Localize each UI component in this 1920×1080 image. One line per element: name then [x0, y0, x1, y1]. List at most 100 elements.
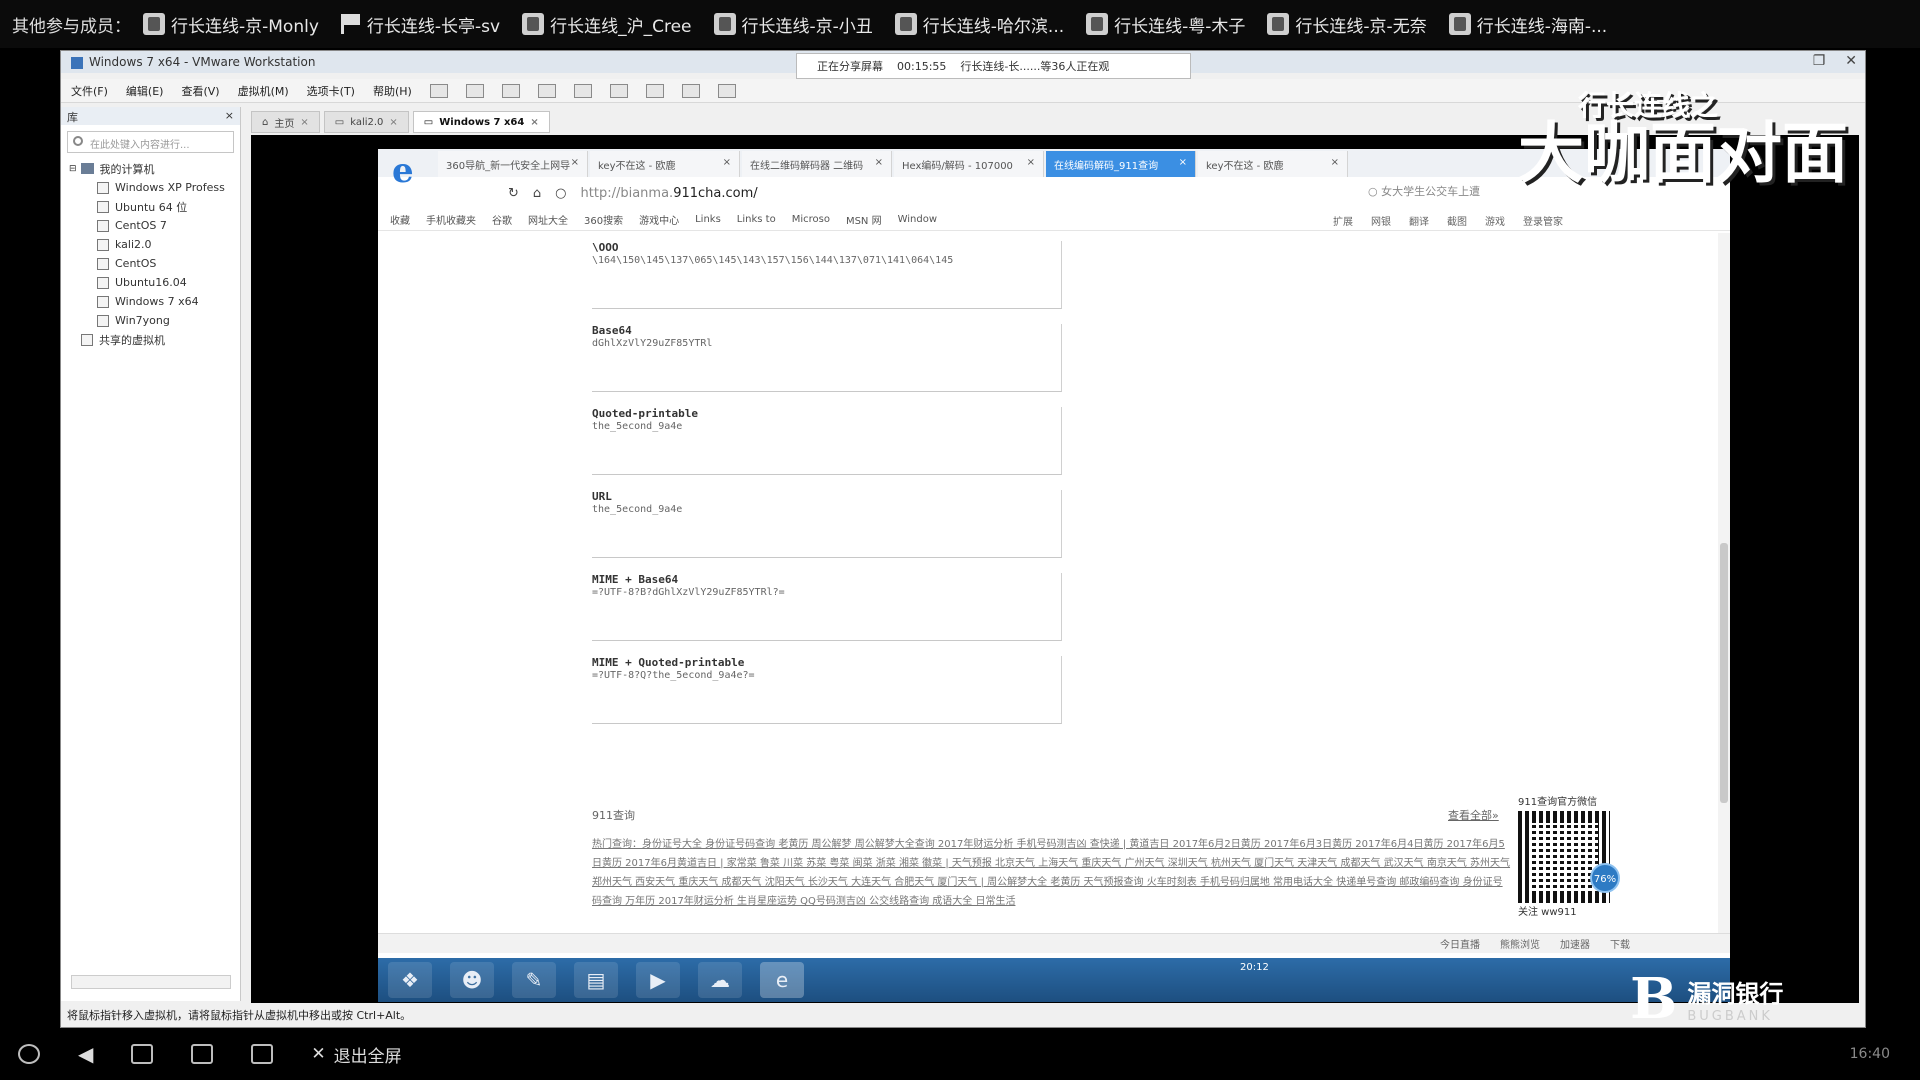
- url-field[interactable]: http://bianma.911cha.com/: [581, 186, 758, 201]
- tree-item-vm[interactable]: Windows 7 x64: [61, 292, 240, 311]
- snapshot-icon[interactable]: [501, 83, 520, 98]
- status-item[interactable]: 熊熊浏览: [1500, 936, 1540, 951]
- close-icon[interactable]: ×: [723, 157, 731, 171]
- tree-item-vm[interactable]: Ubuntu 64 位: [61, 197, 240, 216]
- encoding-value[interactable]: =?UTF-8?B?dGhlXzVlY29uZF85YTRl?=: [592, 587, 1061, 598]
- menu-view[interactable]: 查看(V): [181, 83, 219, 99]
- fav-item[interactable]: Microso: [792, 214, 830, 225]
- browser-tab[interactable]: key不在这 - 欧鹿 ×: [1198, 151, 1348, 177]
- exit-fullscreen-button[interactable]: ✕ 退出全屏: [311, 1042, 401, 1067]
- close-icon[interactable]: ×: [1331, 157, 1339, 171]
- thumbnail-view-icon[interactable]: [609, 83, 628, 98]
- close-icon[interactable]: ✕: [1845, 53, 1857, 69]
- close-icon[interactable]: ×: [571, 157, 579, 171]
- media-player-icon[interactable]: ▶: [636, 962, 680, 998]
- tree-item-vm[interactable]: Ubuntu16.04: [61, 273, 240, 292]
- tab-home[interactable]: ⌂ 主页 ×: [251, 111, 320, 133]
- participant-7[interactable]: 行长连线-京-无奈: [1267, 12, 1427, 37]
- tree-item-vm[interactable]: Win7yong: [61, 311, 240, 330]
- encoding-value[interactable]: =?UTF-8?Q?the_5econd_9a4e?=: [592, 670, 1061, 681]
- unity-icon[interactable]: [681, 83, 700, 98]
- encoding-value[interactable]: dGhlXzVlY29uZF85YTRl: [592, 338, 1061, 349]
- encoding-value[interactable]: \164\150\145\137\065\145\143\157\156\144…: [592, 255, 1061, 266]
- status-item[interactable]: 下载: [1610, 936, 1630, 951]
- encoding-value[interactable]: the_5econd_9a4e: [592, 504, 1061, 515]
- encoding-value[interactable]: the_5econd_9a4e: [592, 421, 1061, 432]
- browser-tab[interactable]: 在线二维码解码器 二维码 ×: [742, 151, 892, 177]
- screen-share-indicator[interactable]: 正在分享屏幕 00:15:55 行长连线-长......等36人正在观: [796, 53, 1191, 79]
- menu-tabs[interactable]: 选项卡(T): [307, 83, 355, 99]
- fullscreen-icon[interactable]: [645, 83, 664, 98]
- fav-item[interactable]: 游戏中心: [639, 212, 679, 227]
- browser-taskbar-icon[interactable]: e: [760, 962, 804, 998]
- participant-2[interactable]: 行长连线-长亭-sv: [340, 12, 500, 37]
- whiteboard-icon[interactable]: [251, 1044, 274, 1064]
- menu-file[interactable]: 文件(F): [71, 83, 108, 99]
- start-button[interactable]: ❖: [388, 962, 432, 998]
- library-close-icon[interactable]: ×: [225, 109, 234, 123]
- mic-mute-icon[interactable]: [18, 1044, 40, 1064]
- taskbar-app-icon[interactable]: ✎: [512, 962, 556, 998]
- pause-icon[interactable]: [429, 83, 448, 98]
- collapse-icon[interactable]: ⊟: [69, 164, 77, 174]
- participant-6[interactable]: 行长连线-粤-木子: [1086, 12, 1245, 37]
- participant-5[interactable]: 行长连线-哈尔滨...: [894, 12, 1064, 37]
- tree-item-vm[interactable]: Windows XP Profess: [61, 178, 240, 197]
- fav-item[interactable]: 网址大全: [528, 212, 568, 227]
- tool-item[interactable]: 翻译: [1409, 213, 1429, 228]
- fav-item[interactable]: 360搜索: [584, 212, 623, 227]
- close-icon[interactable]: ×: [1027, 157, 1035, 171]
- fav-item[interactable]: 谷歌: [492, 212, 512, 227]
- taskbar-app-icon[interactable]: ☻: [450, 962, 494, 998]
- menu-edit[interactable]: 编辑(E): [126, 83, 164, 99]
- menu-help[interactable]: 帮助(H): [373, 83, 412, 99]
- tree-item-vm[interactable]: kali2.0: [61, 235, 240, 254]
- close-icon[interactable]: ×: [300, 117, 308, 128]
- tab-kali[interactable]: ▭ kali2.0 ×: [323, 111, 409, 133]
- folder-icon[interactable]: ▤: [574, 962, 618, 998]
- library-view-icon[interactable]: [573, 83, 592, 98]
- revert-icon[interactable]: [537, 83, 556, 98]
- fav-item[interactable]: Links to: [737, 214, 776, 225]
- speed-badge[interactable]: 76%: [1590, 863, 1620, 893]
- hot-queries[interactable]: 热门查询：身份证号大全 身份证号码查询 老黄历 周公解梦 周公解梦大全查询 20…: [592, 835, 1512, 911]
- status-item[interactable]: 今日直播: [1440, 936, 1480, 951]
- tree-item-vm[interactable]: CentOS: [61, 254, 240, 273]
- browser-search-box[interactable]: ○ 女大学生公交车上遭: [1368, 183, 1480, 199]
- status-item[interactable]: 加速器: [1560, 936, 1590, 951]
- tab-windows7[interactable]: ▭ Windows 7 x64 ×: [412, 111, 550, 133]
- fav-item[interactable]: 收藏: [390, 212, 410, 227]
- console-view-icon[interactable]: [717, 83, 736, 98]
- menu-vm[interactable]: 虚拟机(M): [238, 83, 289, 99]
- restore-icon[interactable]: ❐: [1813, 53, 1826, 69]
- speaker-icon[interactable]: ◀: [78, 1042, 93, 1066]
- tree-item-vm[interactable]: CentOS 7: [61, 216, 240, 235]
- library-scrollbar[interactable]: [71, 975, 231, 989]
- participant-8[interactable]: 行长连线-海南-...: [1448, 12, 1607, 37]
- fav-item[interactable]: Window: [898, 214, 937, 225]
- scrollbar-thumb[interactable]: [1720, 543, 1728, 803]
- home-icon[interactable]: ⌂: [533, 186, 541, 201]
- library-search-input[interactable]: 在此处键入内容进行...: [67, 131, 234, 153]
- fav-item[interactable]: 手机收藏夹: [426, 212, 476, 227]
- cloud-icon[interactable]: ☁: [698, 962, 742, 998]
- fav-item[interactable]: Links: [695, 214, 721, 225]
- browser-tab-active[interactable]: 在线编码解码_911查询 ×: [1046, 151, 1196, 177]
- send-keys-icon[interactable]: [465, 83, 484, 98]
- close-icon[interactable]: ×: [875, 157, 883, 171]
- reload-icon[interactable]: ↻: [508, 186, 519, 201]
- close-icon[interactable]: ×: [389, 117, 397, 128]
- close-icon[interactable]: ×: [1179, 157, 1187, 171]
- participant-3[interactable]: 行长连线_沪_Cree: [522, 12, 692, 37]
- page-scrollbar[interactable]: [1718, 233, 1730, 933]
- fav-item[interactable]: MSN 网: [846, 212, 882, 227]
- browser-tab[interactable]: key不在这 - 欧鹿 ×: [590, 151, 740, 177]
- tool-item[interactable]: 网银: [1371, 213, 1391, 228]
- participant-4[interactable]: 行长连线-京-小丑: [713, 12, 873, 37]
- browser-tab[interactable]: 360导航_新一代安全上网导 ×: [438, 151, 588, 177]
- tool-item[interactable]: 截图: [1447, 213, 1467, 228]
- participant-1[interactable]: 行长连线-京-Monly: [143, 12, 319, 37]
- camera-off-icon[interactable]: [131, 1044, 154, 1064]
- tool-item[interactable]: 游戏: [1485, 213, 1505, 228]
- tree-root[interactable]: ⊟ 我的计算机: [61, 159, 240, 178]
